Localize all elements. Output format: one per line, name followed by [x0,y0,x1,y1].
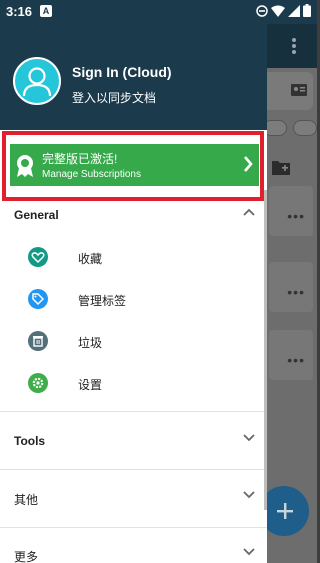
menu-item-trash[interactable]: 垃圾 [0,321,267,363]
section-more-label: 更多 [14,550,39,563]
background-search-bar [267,72,313,110]
section-general-label: General [14,208,59,222]
add-folder-icon [272,161,290,175]
signal-icon [288,4,300,17]
menu-item-favorites-label: 收藏 [78,252,103,266]
menu-item-settings[interactable]: 设置 [0,363,267,405]
background-card: ••• [269,262,313,312]
section-other[interactable]: 其他 [0,477,267,519]
menu-item-trash-label: 垃圾 [78,336,103,350]
section-general[interactable]: General [0,194,267,236]
manage-subscriptions-link: Manage Subscriptions [42,169,141,180]
divider [0,527,267,528]
menu-item-settings-label: 设置 [78,378,103,392]
status-bar: 3:16 A [0,0,317,24]
chevron-down-icon [243,491,255,499]
menu-item-manage-tags[interactable]: 管理标签 [0,279,267,321]
sign-in-subtitle: 登入以同步文档 [72,91,157,105]
divider [0,411,267,412]
do-not-disturb-icon [256,4,268,17]
background-card: ••• [269,186,313,236]
plus-icon [277,503,293,519]
menu-item-manage-tags-label: 管理标签 [78,294,127,308]
wifi-icon [271,5,285,17]
section-more[interactable]: 更多 [0,534,267,563]
chevron-right-icon [244,156,253,172]
premium-banner[interactable]: 完整版已激活! Manage Subscriptions [10,144,259,186]
background-chip [293,120,317,136]
status-time: 3:16 [6,4,33,19]
id-card-icon [291,84,307,96]
gear-icon [28,373,48,393]
navigation-drawer: Sign In (Cloud) 登入以同步文档 完整版已激活! Manage S… [0,0,267,563]
chevron-down-icon [243,434,255,442]
menu-item-favorites[interactable]: 收藏 [0,237,267,279]
overflow-menu-icon [292,38,296,56]
sign-in-link[interactable]: Sign In (Cloud) [72,64,172,80]
avatar[interactable] [13,57,61,105]
user-icon [22,67,52,97]
chevron-up-icon [243,208,255,216]
section-tools-label: Tools [14,434,46,448]
trash-icon [28,331,48,351]
background-app: ••• ••• ••• [259,0,317,563]
section-other-label: 其他 [14,493,39,507]
notification-icon: A [40,5,52,17]
divider [0,469,267,470]
award-icon [17,155,33,177]
tag-icon [28,289,48,309]
status-icons [256,4,311,17]
chevron-down-icon [243,548,255,556]
premium-title: 完整版已激活! [42,152,118,166]
heart-icon [28,247,48,267]
section-tools[interactable]: Tools [0,420,267,462]
scrollbar[interactable] [264,190,267,510]
background-card: ••• [269,330,313,380]
battery-icon [303,4,311,17]
